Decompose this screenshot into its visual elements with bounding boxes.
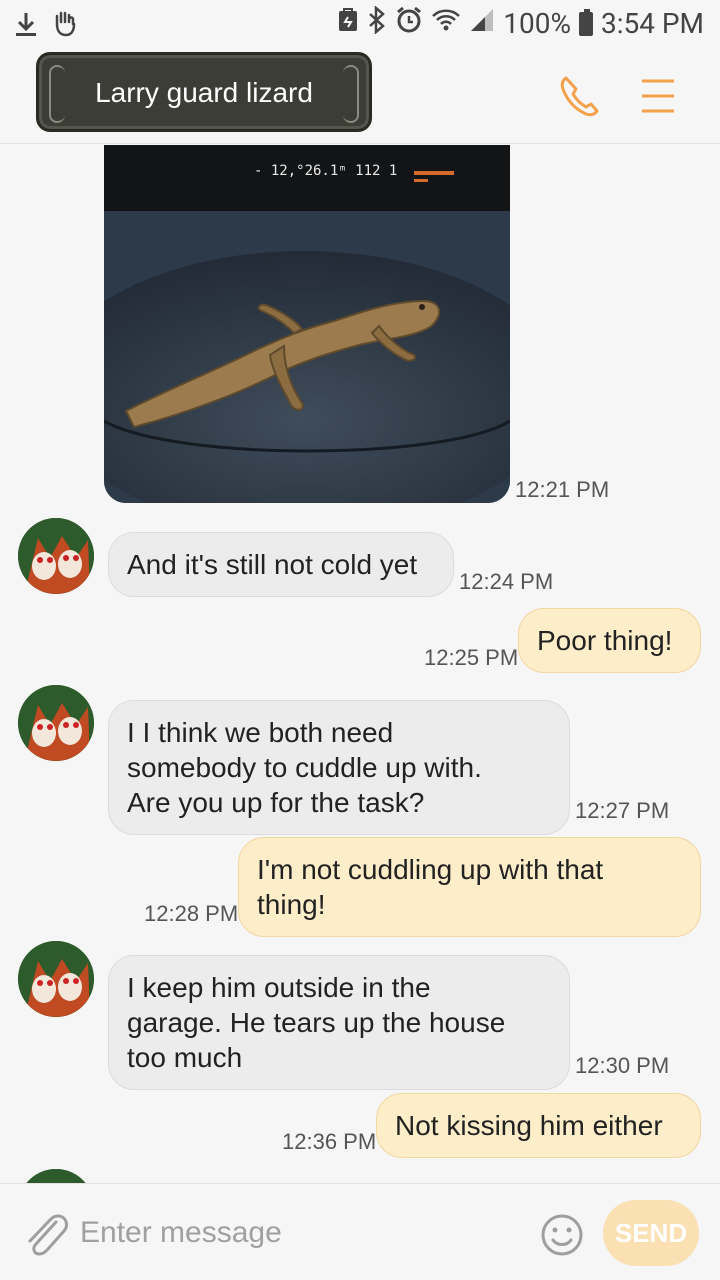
contact-name: Larry guard lizard xyxy=(95,77,313,108)
attach-button[interactable] xyxy=(22,1208,68,1260)
signal-icon xyxy=(469,7,495,40)
contact-title[interactable]: Larry guard lizard xyxy=(36,52,372,132)
message-time: 12:25 PM xyxy=(424,645,519,670)
message-composer: SEND xyxy=(0,1183,720,1280)
conversation-header: Larry guard lizard xyxy=(0,50,720,144)
outgoing-message[interactable]: Not kissing him either xyxy=(376,1093,701,1158)
message-input[interactable] xyxy=(80,1210,510,1256)
avatar[interactable] xyxy=(18,1169,94,1183)
clock: 3:54 PM xyxy=(600,7,704,40)
message-time: 12:28 PM xyxy=(144,901,239,926)
incoming-message[interactable]: And it's still not cold yet xyxy=(108,532,454,597)
paperclip-icon xyxy=(28,1214,68,1256)
battery-percent: 100% xyxy=(503,7,571,40)
outgoing-message[interactable]: I'm not cuddling up with that thing! xyxy=(238,837,701,937)
phone-icon xyxy=(560,76,599,117)
menu-button[interactable] xyxy=(634,72,682,120)
emoji-button[interactable] xyxy=(540,1213,584,1257)
incoming-message[interactable]: I I think we both need somebody to cuddl… xyxy=(108,700,570,835)
status-bar: 100% 3:54 PM xyxy=(0,0,720,50)
send-button[interactable]: SEND xyxy=(603,1200,699,1266)
message-time: 12:24 PM xyxy=(459,569,554,594)
battery-icon xyxy=(578,8,593,36)
alarm-icon xyxy=(395,6,423,41)
outgoing-message[interactable]: Poor thing! xyxy=(518,608,701,673)
vpn-icon xyxy=(337,7,359,40)
message-time: 12:21 PM xyxy=(515,477,610,502)
message-time: 12:30 PM xyxy=(575,1053,670,1078)
svg-text:- 12,°26.1ᵐ 112 1: - 12,°26.1ᵐ 112 1 xyxy=(254,163,397,179)
avatar[interactable] xyxy=(18,518,94,594)
message-time: 12:36 PM xyxy=(282,1129,377,1154)
incoming-message[interactable]: I keep him outside in the garage. He tea… xyxy=(108,955,570,1090)
call-button[interactable] xyxy=(556,72,604,120)
message-time: 12:27 PM xyxy=(575,798,670,823)
bluetooth-icon xyxy=(367,5,387,41)
wifi-icon xyxy=(431,7,461,40)
messaging-screen: 100% 3:54 PM Larry guard lizard - 12,°26… xyxy=(0,0,720,1280)
menu-icon xyxy=(642,79,674,113)
smiley-icon xyxy=(541,1214,583,1256)
lizard-photo[interactable]: - 12,°26.1ᵐ 112 1 xyxy=(104,145,510,503)
avatar[interactable] xyxy=(18,685,94,761)
avatar[interactable] xyxy=(18,941,94,1017)
message-list[interactable]: - 12,°26.1ᵐ 112 1 12:21 PM And it's stil… xyxy=(0,145,720,1183)
download-icon xyxy=(14,11,38,41)
hand-icon xyxy=(52,10,78,42)
